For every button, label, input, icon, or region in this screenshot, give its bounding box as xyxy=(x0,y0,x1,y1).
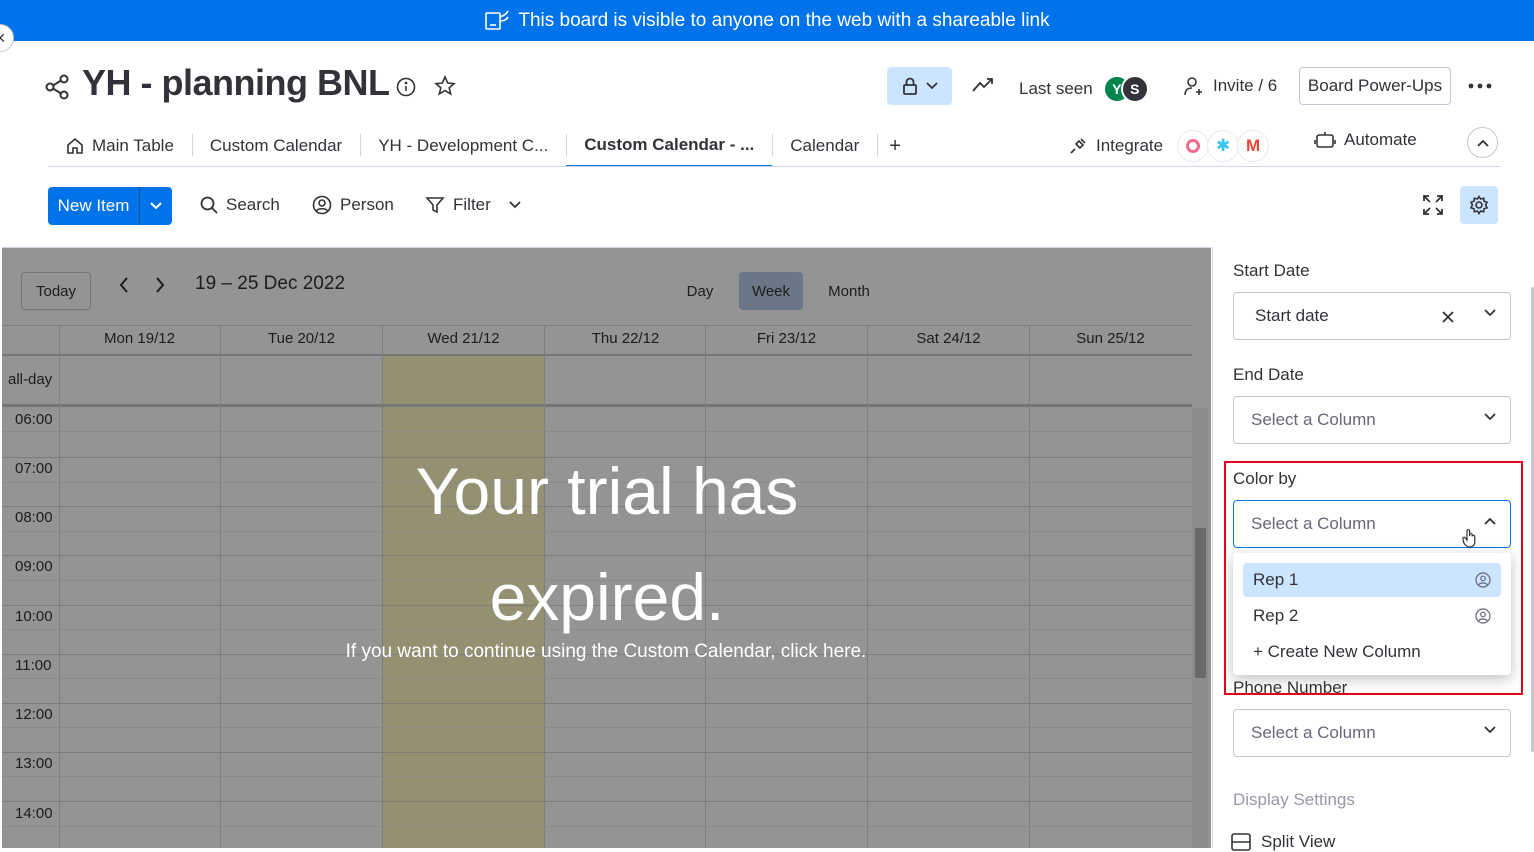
chevron-up-icon xyxy=(1476,139,1489,147)
chevron-down-icon xyxy=(150,202,162,210)
integrate-button[interactable]: Integrate ✱ M xyxy=(1068,130,1270,162)
search-icon xyxy=(200,196,218,214)
tab-custom-calendar[interactable]: Custom Calendar xyxy=(191,125,360,167)
split-view-icon xyxy=(1231,833,1251,851)
board-share-icon[interactable] xyxy=(44,74,70,100)
chevron-down-icon[interactable] xyxy=(509,201,521,209)
share-link-icon xyxy=(485,10,510,30)
chevron-down-icon xyxy=(1484,413,1496,421)
end-date-label: End Date xyxy=(1233,365,1304,384)
permissions-button[interactable] xyxy=(887,67,952,105)
view-tabs: Main Table Custom Calendar YH - Developm… xyxy=(48,125,913,167)
integrate-label: Integrate xyxy=(1096,136,1164,155)
phone-number-select[interactable]: Select a Column xyxy=(1233,709,1511,757)
start-date-select[interactable]: Start date xyxy=(1233,292,1511,340)
display-settings-heading: Display Settings xyxy=(1233,790,1355,809)
person-icon xyxy=(312,195,332,215)
person-label: Person xyxy=(340,195,394,214)
end-date-placeholder: Select a Column xyxy=(1251,410,1376,429)
filter-icon xyxy=(425,197,445,214)
last-seen[interactable]: Last seen Y S xyxy=(1019,75,1149,103)
plug-icon xyxy=(1070,138,1086,154)
tab-yh-development[interactable]: YH - Development C... xyxy=(360,125,566,167)
invite-button[interactable]: Invite / 6 xyxy=(1183,75,1277,97)
invite-label: Invite / 6 xyxy=(1213,76,1278,95)
settings-panel: Start Date Start date End Date Select a … xyxy=(1212,247,1534,851)
new-item-dropdown[interactable] xyxy=(139,187,172,225)
trial-upgrade-link[interactable]: If you want to continue using the Custom… xyxy=(302,641,910,663)
fullscreen-icon[interactable] xyxy=(1423,195,1443,215)
gmail-icon: M xyxy=(1237,130,1270,162)
avatar[interactable]: S xyxy=(1120,75,1149,103)
tab-label: Main Table xyxy=(92,136,174,155)
board-title[interactable]: YH - planning BNL xyxy=(82,62,390,104)
trial-message: Your trial has expired. If you want to c… xyxy=(2,248,1211,848)
slack-icon: ✱ xyxy=(1207,130,1240,162)
tabs-divider xyxy=(48,166,1500,167)
tab-label: Calendar xyxy=(790,136,860,155)
chevron-down-icon xyxy=(925,82,938,90)
person-filter-button[interactable]: Person xyxy=(312,190,394,220)
add-view-button[interactable]: + xyxy=(877,125,913,167)
chevron-down-icon xyxy=(1484,726,1496,734)
automate-label: Automate xyxy=(1344,130,1417,149)
public-board-banner: This board is visible to anyone on the w… xyxy=(0,0,1534,41)
new-item-label[interactable]: New Item xyxy=(48,187,139,225)
color-by-highlight-box xyxy=(1224,461,1523,695)
integration-icon xyxy=(1177,130,1210,162)
activity-icon[interactable] xyxy=(972,77,994,93)
trial-title: Your trial has expired. xyxy=(415,454,799,634)
automate-button[interactable]: Automate xyxy=(1314,130,1417,150)
lock-icon xyxy=(902,77,917,95)
new-item-button[interactable]: New Item xyxy=(48,187,172,225)
tab-label: Custom Calendar - ... xyxy=(584,135,755,154)
clear-icon[interactable] xyxy=(1442,311,1454,323)
add-person-icon xyxy=(1184,77,1202,96)
tab-custom-calendar-active[interactable]: Custom Calendar - ... xyxy=(566,125,773,167)
phone-number-placeholder: Select a Column xyxy=(1251,723,1376,742)
filter-label: Filter xyxy=(453,195,491,214)
calendar-view: Today 19 – 25 Dec 2022 Day Week Month Mo… xyxy=(2,247,1211,848)
filter-button[interactable]: Filter xyxy=(425,190,521,220)
banner-text: This board is visible to anyone on the w… xyxy=(518,9,1050,31)
search-label: Search xyxy=(226,195,280,214)
chevron-down-icon xyxy=(1484,309,1496,317)
more-icon[interactable] xyxy=(1468,83,1492,89)
star-icon[interactable] xyxy=(434,75,456,97)
tab-main-table[interactable]: Main Table xyxy=(48,125,192,167)
collapse-header-button[interactable] xyxy=(1467,127,1498,158)
start-date-label: Start Date xyxy=(1233,261,1310,280)
tab-calendar[interactable]: Calendar xyxy=(772,125,877,167)
search-button[interactable]: Search xyxy=(200,190,280,220)
tab-label: YH - Development C... xyxy=(378,136,549,155)
tab-label: Custom Calendar xyxy=(209,136,343,155)
home-icon xyxy=(67,137,83,154)
board-power-ups-button[interactable]: Board Power-Ups xyxy=(1299,67,1451,105)
split-view-option[interactable]: Split View xyxy=(1231,832,1335,852)
split-view-label: Split View xyxy=(1261,832,1336,851)
end-date-select[interactable]: Select a Column xyxy=(1233,396,1511,444)
gear-icon xyxy=(1469,195,1489,215)
robot-icon xyxy=(1314,132,1336,148)
last-seen-label: Last seen xyxy=(1019,79,1093,98)
start-date-value: Start date xyxy=(1255,306,1329,325)
info-icon[interactable] xyxy=(396,77,416,97)
view-settings-button[interactable] xyxy=(1460,186,1498,224)
